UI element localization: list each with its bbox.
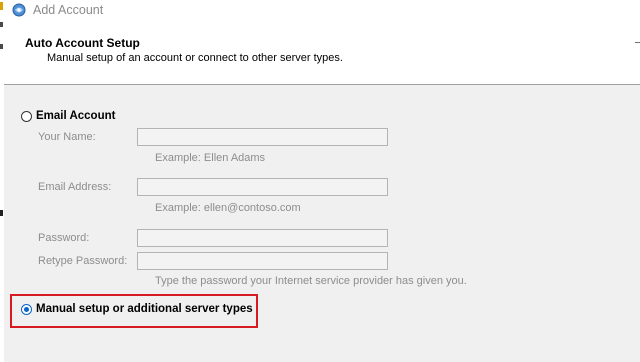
email-address-example: Example: ellen@contoso.com (155, 202, 301, 214)
retype-password-label: Retype Password: (38, 255, 128, 267)
password-label: Password: (38, 232, 90, 244)
email-address-label: Email Address: (38, 181, 112, 193)
email-account-label[interactable]: Email Account (36, 110, 115, 122)
your-name-label: Your Name: (38, 131, 96, 143)
window-title: Add Account (33, 3, 104, 17)
background-window-mark (0, 2, 3, 10)
your-name-example: Example: Ellen Adams (155, 152, 266, 164)
email-account-radio[interactable] (21, 111, 32, 122)
email-address-input[interactable] (137, 178, 388, 196)
retype-password-input[interactable] (137, 252, 388, 270)
page-title: Auto Account Setup (25, 36, 140, 50)
background-window-mark (0, 44, 3, 49)
your-name-input[interactable] (137, 128, 388, 146)
highlight-annotation (10, 294, 258, 328)
outlook-account-icon (12, 3, 26, 17)
add-account-dialog: Add Account Auto Account Setup Manual se… (0, 0, 640, 362)
header-divider (4, 84, 640, 85)
dialog-header: Auto Account Setup Manual setup of an ac… (4, 22, 640, 84)
password-input[interactable] (137, 229, 388, 247)
password-hint: Type the password your Internet service … (155, 275, 467, 287)
background-window-mark (0, 22, 3, 27)
title-bar[interactable]: Add Account (4, 0, 640, 22)
page-subtitle: Manual setup of an account or connect to… (47, 52, 343, 64)
background-window-mark (0, 210, 3, 216)
header-edge-mark (635, 42, 640, 43)
